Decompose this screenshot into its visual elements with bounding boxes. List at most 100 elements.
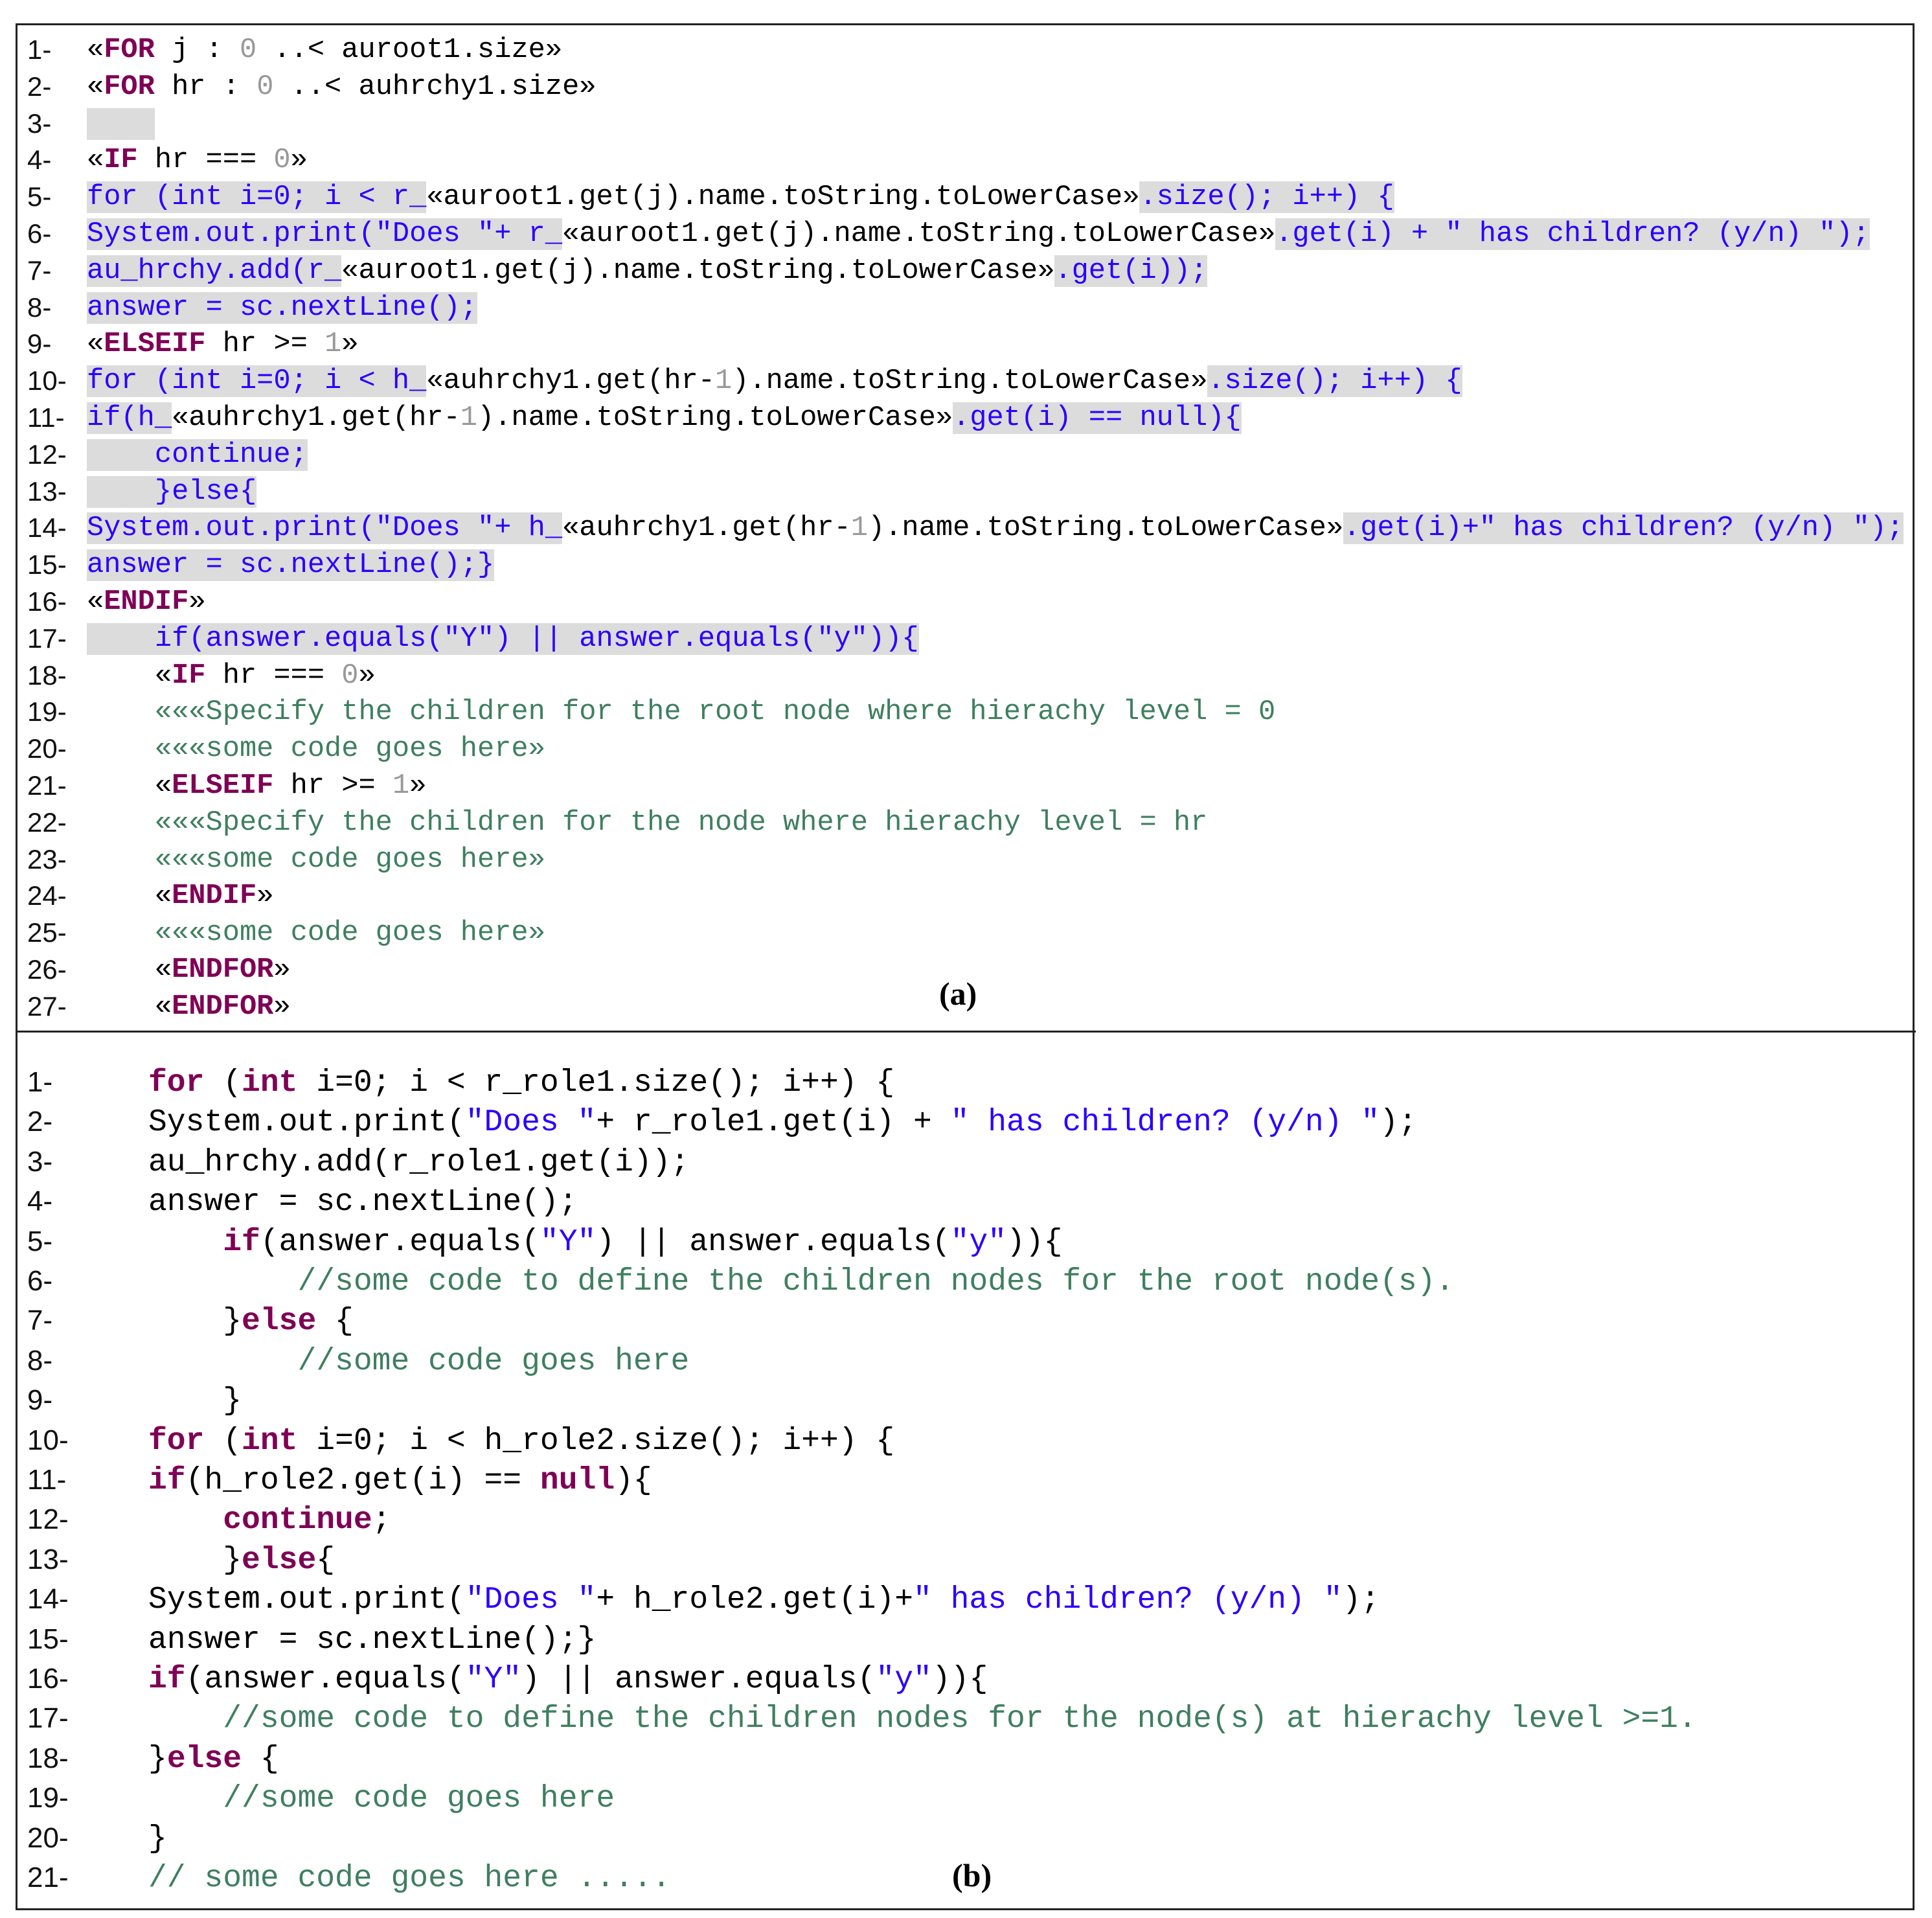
line-number: 2- — [27, 71, 52, 102]
code-text: if(answer.equals("Y") || answer.equals("… — [148, 1660, 988, 1700]
code-text: } — [148, 1820, 167, 1859]
line-number: 20- — [27, 733, 67, 764]
highlighted-code-token: for (int i=0; i < r_ — [87, 181, 427, 214]
line-number: 14- — [27, 1583, 69, 1615]
code-text: «FOR j : 0 ..< auroot1.size» — [87, 32, 562, 69]
line-number: 2- — [27, 1106, 53, 1138]
comment-token: «««Specify the children for the node whe… — [87, 806, 1208, 839]
code-token: ); — [1342, 1582, 1380, 1618]
code-token: ){ — [615, 1463, 652, 1498]
highlighted-code-token: .get(i) == null){ — [953, 402, 1242, 434]
highlighted-code-token: .size(); i++) { — [1207, 365, 1462, 398]
code-token: « — [87, 990, 172, 1023]
code-text — [87, 106, 155, 143]
number-token: 0 — [239, 34, 257, 66]
highlighted-code-token: answer = sc.nextLine(); — [87, 291, 477, 324]
code-token: hr >= — [205, 328, 325, 361]
code-token: i=0; i < h_role2.size(); i++) { — [297, 1423, 895, 1459]
code-text: for (int i=0; i < h_«auhrchy1.get(hr-1).… — [87, 363, 1462, 400]
line-number: 11- — [27, 1464, 67, 1496]
code-token: ).name.toString.toLowerCase» — [732, 365, 1208, 398]
line-number: 8- — [27, 291, 52, 323]
code-token: « — [87, 328, 104, 361]
highlighted-code-token: System.out.print("Does "+ r_ — [87, 218, 563, 250]
line-number: 27- — [27, 990, 67, 1022]
code-token: » — [409, 770, 427, 802]
code-token: + h_role2.get(i)+ — [596, 1582, 914, 1618]
code-text: }else { — [148, 1302, 354, 1341]
keyword-token: IF — [172, 659, 206, 692]
code-token: «auroot1.get(j).name.toString.toLowerCas… — [426, 181, 1140, 214]
code-token: « — [87, 954, 172, 986]
panel-a-caption: (a) — [939, 976, 977, 1012]
comment-token: //some code to define the children nodes… — [148, 1702, 1697, 1737]
line-number: 16- — [27, 586, 67, 617]
code-token: )){ — [1006, 1224, 1063, 1260]
code-text: answer = sc.nextLine();} — [87, 547, 495, 584]
code-text: au_hrchy.add(r_role1.get(i)); — [148, 1143, 689, 1183]
line-number: 10- — [27, 365, 67, 396]
comment-token: «««some code goes here» — [87, 843, 545, 876]
comment-token: //some code to define the children nodes… — [148, 1264, 1455, 1299]
number-token: 1 — [392, 770, 410, 802]
line-number: 24- — [27, 880, 67, 911]
code-token: » — [290, 144, 308, 177]
line-number: 1- — [27, 34, 52, 65]
code-text: «ENDFOR» — [87, 952, 291, 988]
line-number: 5- — [27, 1225, 53, 1257]
code-token: ( — [204, 1066, 242, 1101]
highlighted-code-token — [87, 108, 155, 140]
line-number: 12- — [27, 439, 67, 470]
highlighted-code-token: answer = sc.nextLine();} — [87, 549, 495, 582]
code-text: «««some code goes here» — [87, 841, 545, 878]
keyword-token: else — [242, 1542, 317, 1578]
line-number: 18- — [27, 659, 67, 691]
code-text: System.out.print("Does "+ r_«auroot1.get… — [87, 216, 1870, 253]
code-text: «««some code goes here» — [87, 731, 545, 768]
code-text: «««Specify the children for the node whe… — [87, 805, 1207, 841]
code-token: hr === — [205, 659, 342, 692]
line-number: 11- — [27, 402, 65, 433]
keyword-token: continue — [223, 1503, 372, 1538]
code-token: ) || answer.equals( — [596, 1224, 951, 1260]
number-token: 0 — [273, 144, 291, 177]
keyword-token: int — [242, 1423, 298, 1459]
code-token: answer = sc.nextLine();} — [148, 1622, 597, 1658]
line-number: 21- — [27, 770, 67, 801]
code-token: » — [273, 990, 291, 1023]
line-number: 17- — [27, 622, 67, 654]
line-number: 4- — [27, 144, 52, 176]
line-number: 9- — [27, 328, 52, 360]
line-number: 15- — [27, 1623, 69, 1655]
line-number: 13- — [27, 475, 67, 507]
code-token: « — [87, 71, 104, 103]
string-token: " has children? (y/n) " — [913, 1582, 1343, 1618]
code-text: if(answer.equals("Y") || answer.equals("… — [148, 1223, 1062, 1262]
line-number: 5- — [27, 181, 52, 212]
line-number: 1- — [27, 1066, 53, 1098]
highlighted-code-token: .size(); i++) { — [1139, 181, 1394, 214]
code-token: ..< auhrchy1.size» — [273, 71, 597, 103]
code-token: «auroot1.get(j).name.toString.toLowerCas… — [341, 255, 1055, 287]
code-text: //some code to define the children nodes… — [148, 1262, 1454, 1302]
line-number: 20- — [27, 1821, 69, 1854]
code-text: «IF hr === 0» — [87, 657, 376, 694]
code-token: «auhrchy1.get(hr- — [426, 365, 716, 398]
line-number: 12- — [27, 1503, 69, 1536]
string-token: "Y" — [540, 1224, 597, 1260]
code-token: hr >= — [273, 770, 392, 802]
code-text: for (int i=0; i < h_role2.size(); i++) { — [148, 1422, 894, 1461]
code-text: if(h_«auhrchy1.get(hr-1).name.toString.t… — [87, 400, 1242, 437]
code-token: « — [87, 586, 104, 618]
keyword-token: ENDFOR — [172, 954, 274, 986]
code-text: continue; — [148, 1501, 391, 1540]
code-token: )){ — [931, 1662, 988, 1697]
comment-token: // some code goes here ..... — [148, 1861, 671, 1896]
code-token: «auroot1.get(j).name.toString.toLowerCas… — [562, 218, 1276, 250]
line-number: 6- — [27, 218, 52, 249]
keyword-token: else — [166, 1741, 242, 1777]
highlighted-code-token: if(h_ — [87, 402, 172, 434]
line-number: 13- — [27, 1543, 69, 1575]
